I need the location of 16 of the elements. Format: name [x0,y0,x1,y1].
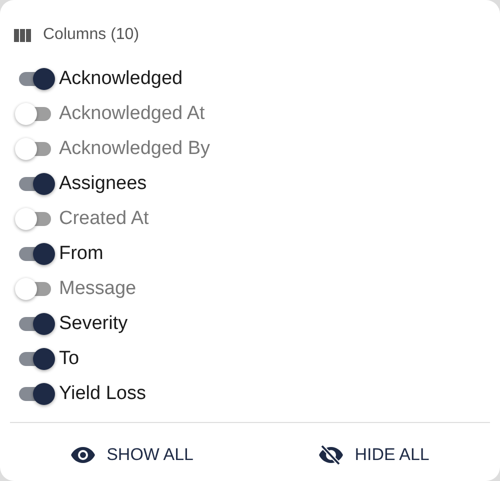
column-label: To [59,348,80,370]
eye-slash-icon [318,445,343,465]
column-label: From [59,242,104,264]
columns-icon [14,28,31,42]
column-label: Acknowledged By [59,138,210,160]
show-all-button[interactable]: SHOW ALL [60,437,204,473]
column-label: Acknowledged [59,68,183,90]
panel-title: Columns (10) [43,26,140,44]
hide-all-button[interactable]: HIDE ALL [308,437,440,473]
column-label: Severity [59,312,128,334]
column-label: Created At [59,208,149,230]
column-label: Message [59,278,136,300]
column-label: Yield Loss [59,382,146,404]
column-label: Assignees [59,172,147,194]
eye-icon [70,447,95,463]
column-label: Acknowledged At [59,102,205,124]
